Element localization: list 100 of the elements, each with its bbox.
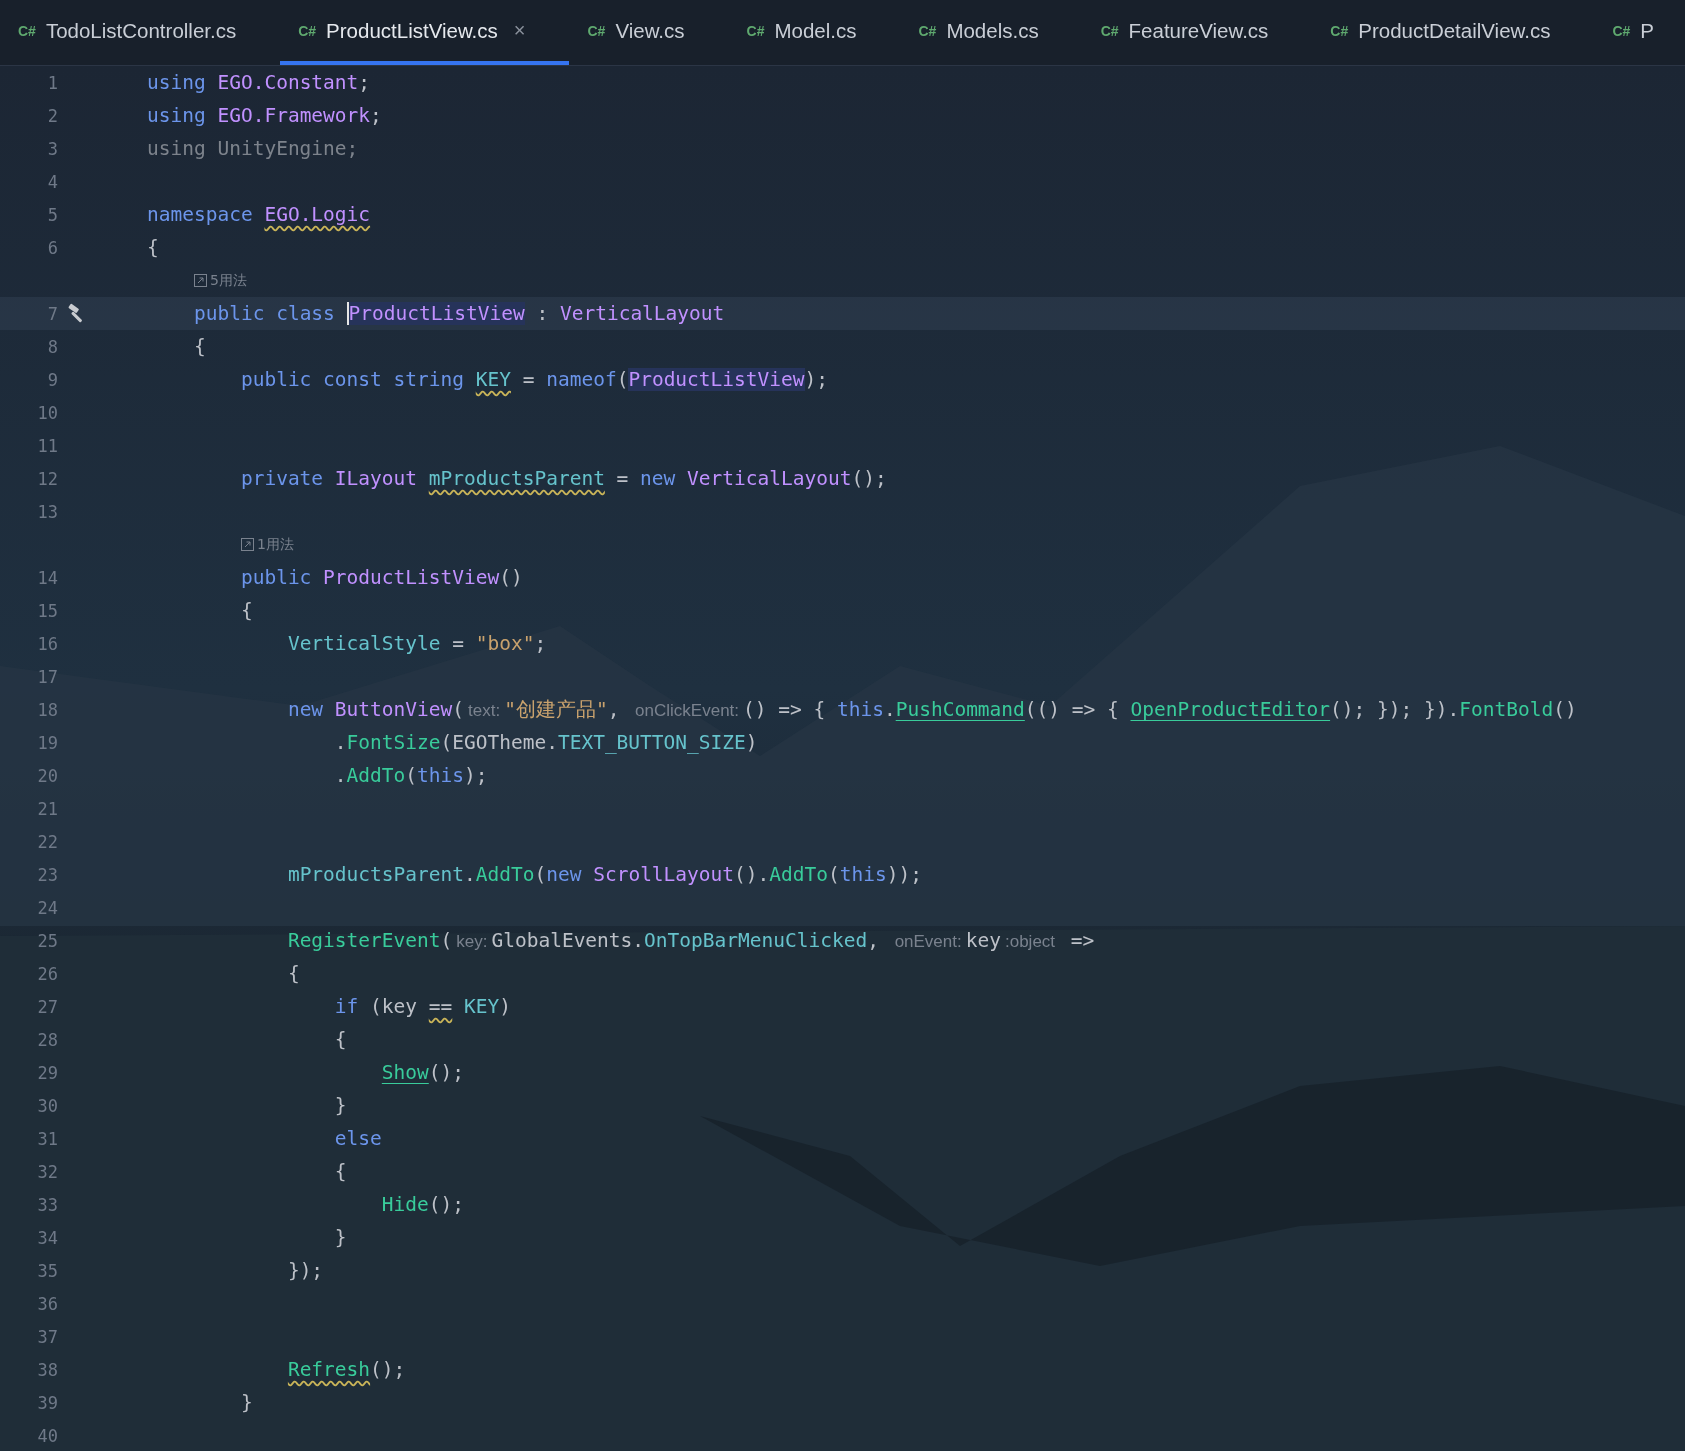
method-name: RegisterEvent — [287, 929, 441, 952]
line-number: 14 — [36, 567, 58, 588]
line-number: 27 — [36, 996, 58, 1017]
line-number: 2 — [46, 105, 58, 126]
arrow-box-icon — [240, 538, 254, 551]
code-text: { — [334, 1160, 347, 1183]
line-number: 5 — [46, 204, 58, 225]
code-text: = — [451, 632, 465, 655]
editor-tab[interactable]: C# P — [1594, 0, 1685, 65]
code-text: ); — [464, 764, 488, 787]
code-text: => — [1069, 929, 1095, 952]
line-number: 6 — [46, 237, 58, 258]
code-text: } — [334, 1094, 347, 1117]
parameter-hint: :object — [1004, 932, 1056, 951]
code-text: } — [240, 1391, 253, 1414]
editor-tab[interactable]: C# TodoListController.cs — [0, 0, 281, 65]
line-number: 11 — [36, 435, 58, 456]
code-text: () => { — [743, 698, 827, 721]
type-name: VerticalLayout — [559, 302, 725, 325]
line-number: 40 — [36, 1425, 58, 1446]
editor-tab[interactable]: C# FeatureView.cs — [1082, 0, 1313, 65]
code-text: }); — [287, 1259, 324, 1282]
code-text: , — [607, 698, 621, 721]
file-type-label: C# — [587, 22, 606, 39]
file-type-label: C# — [18, 22, 36, 39]
code-text: { — [334, 1028, 347, 1051]
code-text: key — [965, 929, 1001, 952]
code-text: (). — [734, 863, 770, 886]
code-text: . — [334, 764, 347, 787]
line-number: 7 — [46, 303, 58, 324]
code-text: ( — [452, 698, 464, 721]
type-name: ProductListView — [323, 566, 500, 589]
line-number: 16 — [36, 633, 58, 654]
keyword: else — [334, 1127, 382, 1150]
code-text: ; — [358, 71, 371, 94]
code-text: ( — [616, 368, 629, 391]
type-name: ProductListView — [346, 302, 525, 325]
code-text: . — [883, 698, 896, 721]
type-name: EGO.Framework — [217, 104, 371, 127]
parameter-hint: onClickEvent: — [635, 701, 740, 720]
line-number: 31 — [36, 1128, 58, 1149]
method-name: Hide — [381, 1193, 429, 1216]
code-text: ; — [534, 632, 547, 655]
code-text: { — [240, 599, 253, 622]
editor-tab[interactable]: C# Model.cs — [728, 0, 901, 65]
type-name: ScrollLayout — [593, 863, 735, 886]
code-text: (); — [370, 1358, 406, 1381]
editor-tab[interactable]: C# ProductListView.cs × — [280, 0, 570, 65]
line-number: 34 — [36, 1227, 58, 1248]
string-literal: "box" — [475, 632, 535, 655]
code-text: () — [499, 566, 523, 589]
keyword: if — [334, 995, 359, 1018]
code-text: } — [334, 1226, 347, 1249]
code-text: (); }); }). — [1330, 698, 1460, 721]
identifier: VerticalStyle — [287, 632, 441, 655]
close-icon[interactable]: × — [513, 19, 526, 42]
method-name: Refresh — [287, 1358, 371, 1381]
code-text: (() => { — [1024, 698, 1120, 721]
method-name: AddTo — [769, 863, 828, 886]
keyword: private — [240, 467, 325, 490]
usages-count[interactable]: 1用法 — [256, 535, 294, 554]
line-number: 15 — [36, 600, 58, 621]
line-number: 28 — [36, 1029, 58, 1050]
keyword: new — [546, 863, 583, 886]
identifier: mProductsParent — [287, 863, 464, 886]
identifier: KEY — [463, 995, 500, 1018]
method-name: FontBold — [1459, 698, 1554, 721]
keyword: namespace — [147, 203, 254, 226]
line-number: 13 — [36, 501, 58, 522]
code-text: ; — [370, 104, 382, 127]
method-name: AddTo — [346, 764, 406, 787]
code-text: ( — [405, 764, 418, 787]
identifier: mProductsParent — [428, 467, 605, 490]
code-text: = — [521, 368, 536, 391]
code-text: : — [535, 302, 550, 325]
line-number: 33 — [36, 1194, 58, 1215]
editor-tab[interactable]: C# View.cs — [569, 0, 729, 65]
line-number: 9 — [46, 369, 58, 390]
line-number: 38 — [36, 1359, 58, 1380]
type-name: ButtonView — [334, 698, 453, 721]
file-type-label: C# — [298, 22, 317, 39]
code-text: ) — [745, 731, 758, 754]
file-type-label: C# — [1330, 22, 1349, 39]
code-text: { — [287, 962, 300, 985]
line-number: 32 — [36, 1161, 58, 1182]
editor-tab[interactable]: C# ProductDetailView.cs — [1312, 0, 1595, 65]
keyword: new — [640, 467, 677, 490]
method-name: Show — [381, 1061, 429, 1084]
keyword: public — [240, 566, 313, 589]
editor-tab[interactable]: C# Models.cs — [900, 0, 1083, 65]
code-text: (); — [428, 1061, 464, 1084]
code-text: == — [428, 995, 453, 1018]
code-text: = — [615, 467, 630, 490]
code-text: . — [464, 863, 476, 886]
keyword: this — [839, 863, 887, 886]
line-number: 8 — [46, 336, 58, 357]
method-name: FontSize — [346, 731, 441, 754]
usages-count[interactable]: 5用法 — [209, 271, 247, 290]
type-name: EGO.Constant — [217, 71, 359, 94]
keyword: public class — [193, 302, 336, 325]
